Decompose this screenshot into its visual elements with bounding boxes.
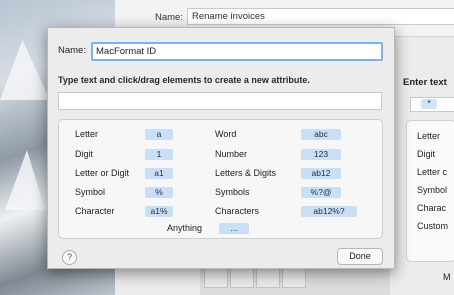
element-label: Digit [417, 149, 436, 159]
toolbar-segment[interactable] [230, 268, 254, 288]
element-label: Letter c [417, 167, 448, 177]
element-token-anything[interactable]: ... [219, 223, 249, 234]
element-label: Letters & Digits [215, 168, 277, 178]
element-label: Custom [417, 221, 449, 231]
element-token-letter-or-digit[interactable]: a1 [145, 168, 173, 179]
element-token-digit[interactable]: 1 [145, 149, 173, 160]
element-label: Character [75, 206, 115, 216]
element-label: Symbols [215, 187, 250, 197]
mountain-peak [0, 40, 50, 100]
element-label: Letter [75, 129, 99, 139]
element-label: Number [215, 149, 248, 159]
done-button[interactable]: Done [337, 248, 383, 265]
element-token-symbols[interactable]: %?@ [301, 187, 341, 198]
background-elements-panel: Letter Digit Letter c Symbol Charac Cust… [406, 120, 454, 262]
element-token-characters[interactable]: ab12%? [301, 206, 357, 217]
pattern-token[interactable]: * [421, 99, 437, 109]
element-label: Letter [417, 131, 441, 141]
element-label: Letter or Digit [75, 168, 130, 178]
attribute-pattern-input[interactable] [58, 92, 382, 110]
attribute-name-field[interactable]: MacFormat ID [91, 42, 383, 61]
element-label: Word [215, 129, 237, 139]
element-label: Anything [167, 223, 203, 233]
element-label: Charac [417, 203, 447, 213]
name-label: Name: [155, 12, 183, 23]
rule-name-field[interactable]: Rename invoices [187, 8, 454, 25]
background-text: M [443, 272, 451, 282]
toolbar-segment[interactable] [204, 268, 228, 288]
element-label: Symbol [75, 187, 106, 197]
element-token-letter[interactable]: a [145, 129, 173, 140]
element-label: Digit [75, 149, 94, 159]
toolbar-segment[interactable] [256, 268, 280, 288]
enter-text-label: Enter text [403, 77, 447, 88]
element-token-symbol[interactable]: % [145, 187, 173, 198]
elements-panel: Letter a Digit 1 Letter or Digit a1 Symb… [58, 119, 383, 239]
element-token-word[interactable]: abc [301, 129, 341, 140]
instructions-text: Type text and click/drag elements to cre… [58, 75, 310, 85]
element-token-number[interactable]: 123 [301, 149, 341, 160]
element-label: Symbol [417, 185, 448, 195]
help-button[interactable]: ? [62, 250, 77, 265]
element-token-letters-digits[interactable]: ab12 [301, 168, 341, 179]
mountain-peak [5, 150, 45, 210]
name-label: Name: [58, 45, 86, 56]
new-attribute-sheet: Name: MacFormat ID Type text and click/d… [47, 27, 395, 269]
element-label: Characters [215, 206, 260, 216]
toolbar-segment[interactable] [282, 268, 306, 288]
element-token-character[interactable]: a1% [145, 206, 173, 217]
attribute-pattern-field[interactable]: * [410, 97, 454, 112]
